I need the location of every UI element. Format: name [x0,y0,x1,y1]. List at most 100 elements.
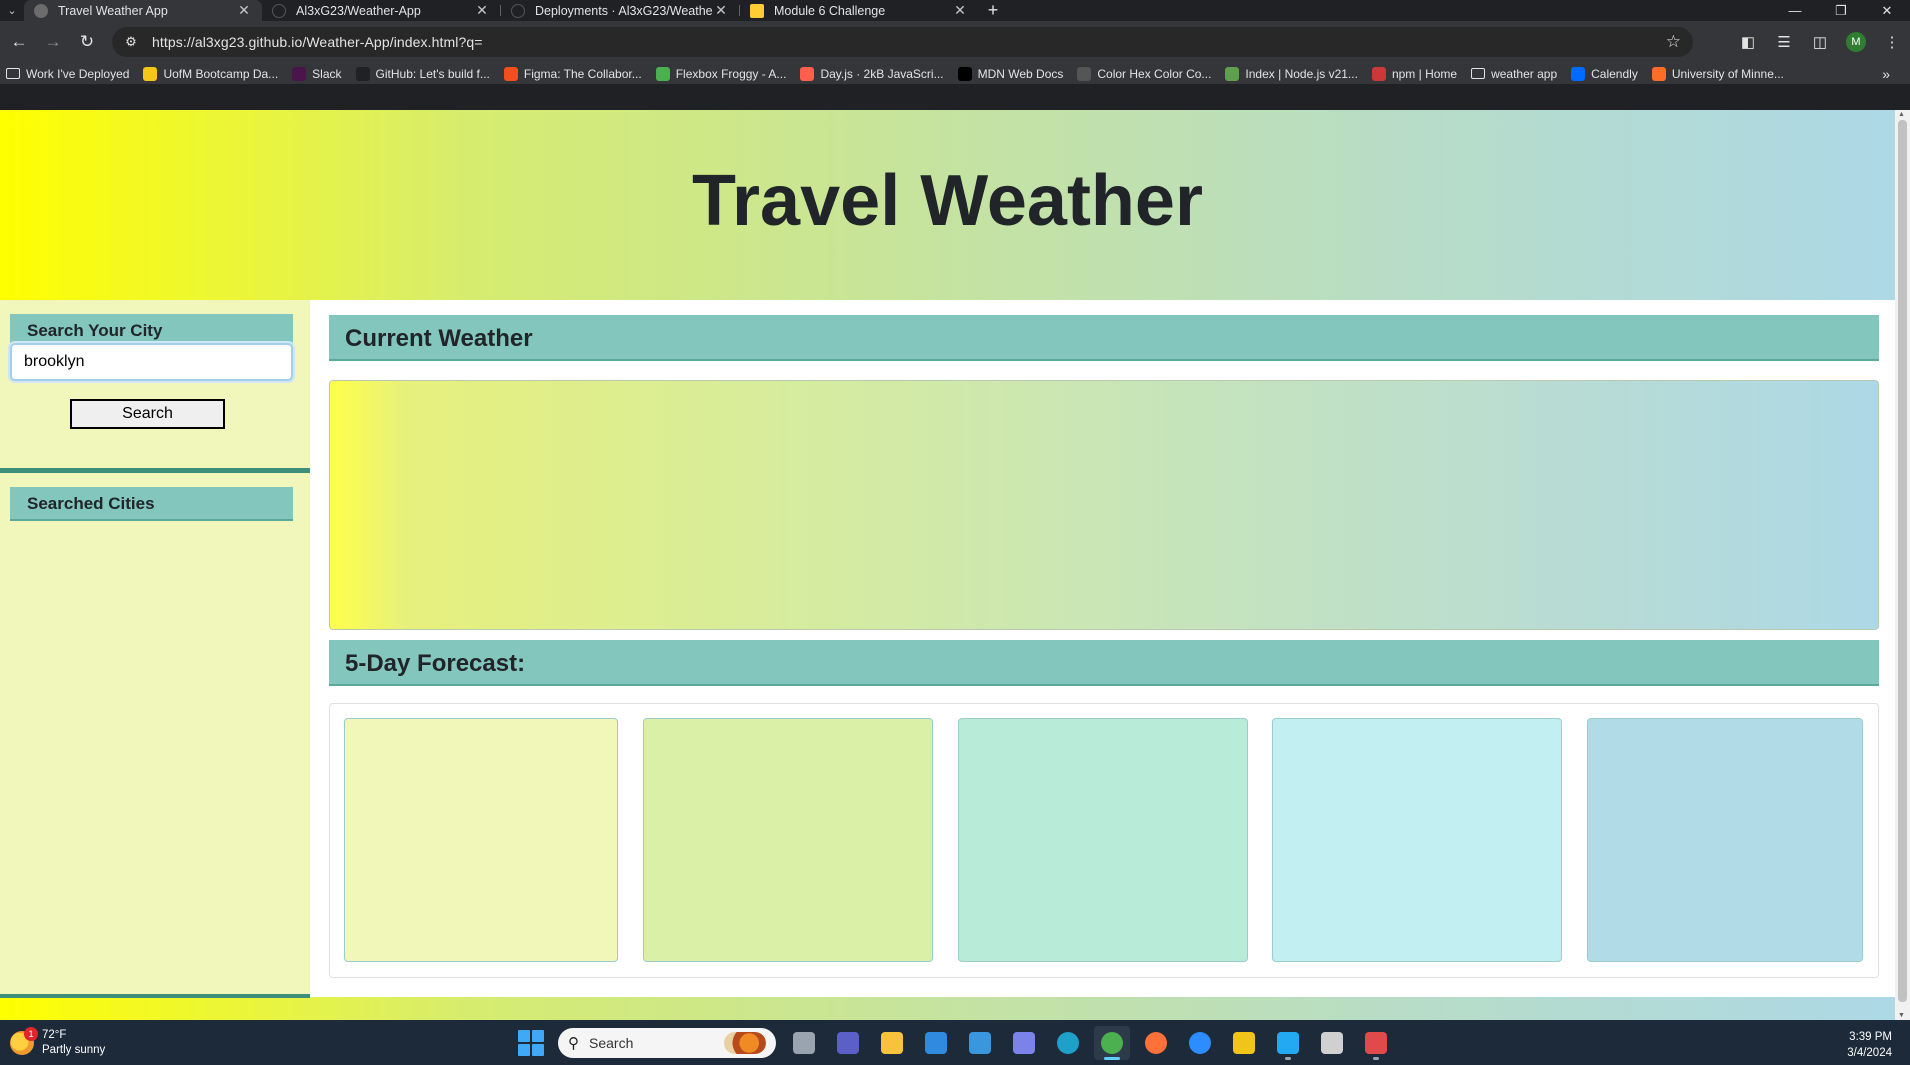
site-info-icon[interactable]: ⚙ [116,34,146,50]
windows-start-icon[interactable] [518,1030,544,1056]
github-icon [272,3,286,18]
more-bookmarks-icon[interactable]: » [1882,66,1890,82]
tab-search-icon[interactable]: ⌄ [0,0,24,21]
system-clock[interactable]: 3:39 PM 3/4/2024 [1847,1029,1892,1061]
browser-tab[interactable]: Travel Weather App ✕ [24,0,262,21]
restore-icon[interactable]: ❐ [1818,0,1864,21]
bookmark-label: Day.js · 2kB JavaScri... [820,66,944,81]
url-text[interactable]: https://al3xg23.github.io/Weather-App/in… [152,34,483,50]
taskbar-app[interactable] [874,1026,910,1060]
taskbar-app[interactable] [1270,1026,1306,1060]
taskbar-center: ⚲ Search [518,1026,1402,1060]
tab-title: Al3xG23/Weather-App [296,3,421,18]
bookmark-label: University of Minne... [1671,66,1784,81]
store-icon [925,1032,947,1054]
sidebar-divider [0,468,310,473]
terminal-icon [1321,1032,1343,1054]
browser-tab[interactable]: Deployments · Al3xG23/Weathe ✕ [501,0,739,21]
scroll-up-icon[interactable]: ▲ [1898,111,1905,118]
bookmark-label: Calendly [1591,66,1638,81]
taskbar-search-label: Search [589,1035,634,1051]
bookmark-label: Figma: The Collabor... [523,66,642,81]
taskbar-app[interactable] [830,1026,866,1060]
bookmark-item[interactable]: UofM Bootcamp Da... [143,66,279,81]
close-tab-icon[interactable]: ✕ [952,2,968,19]
city-search-input[interactable] [10,343,293,381]
folder-icon [1471,68,1486,79]
new-tab-button[interactable]: + [978,0,1008,21]
search-button[interactable]: Search [70,399,225,429]
forward-icon[interactable]: → [38,27,68,57]
browser-tab[interactable]: Al3xG23/Weather-App ✕ [262,0,500,21]
slack-icon [292,66,307,81]
kebab-menu-icon[interactable]: ⋮ [1874,33,1910,51]
running-indicator [1373,1057,1379,1060]
forecast-card [958,718,1248,962]
bookmark-item[interactable]: University of Minne... [1651,66,1784,81]
search-highlight-icon [724,1032,766,1054]
search-icon: ⚲ [568,1035,579,1052]
browser-toolbar: ← → ↻ ⚙ https://al3xg23.github.io/Weathe… [0,21,1910,84]
taskbar-search[interactable]: ⚲ Search [558,1028,776,1058]
bookmark-item[interactable]: GitHub: Let's build f... [355,66,490,81]
weather-temp: 72°F [42,1029,67,1041]
taskbar-app[interactable] [1182,1026,1218,1060]
page-scrollbar[interactable]: ▲ ▼ [1895,110,1910,1020]
forecast-card [344,718,618,962]
close-window-icon[interactable]: ✕ [1864,0,1910,21]
forecast-card [1587,718,1863,962]
scroll-down-icon[interactable]: ▼ [1898,1012,1905,1019]
bookmark-label: Slack [312,66,342,81]
bookmarks-bar: Work I've Deployed UofM Bootcamp Da... Sla… [0,63,1910,84]
weather-desc: Partly sunny [42,1044,106,1056]
media-controls-icon[interactable]: ☰ [1766,33,1802,51]
browser-tab[interactable]: Module 6 Challenge ✕ [740,0,978,21]
taskbar-app[interactable] [1358,1026,1394,1060]
bookmark-item[interactable]: MDN Web Docs [957,66,1063,81]
taskbar-app[interactable] [1138,1026,1174,1060]
taskbar-app[interactable] [1006,1026,1042,1060]
running-indicator [1104,1057,1120,1060]
taskbar-app[interactable] [786,1026,822,1060]
forecast-container [329,703,1879,978]
mdn-icon [957,66,972,81]
taskbar-app[interactable] [1094,1026,1130,1060]
forecast-card [643,718,933,962]
bookmark-item[interactable]: Figma: The Collabor... [503,66,642,81]
scroll-thumb[interactable] [1898,120,1907,1002]
extensions-icon[interactable]: ◧ [1730,33,1766,51]
taskbar-app[interactable] [962,1026,998,1060]
weather-widget[interactable]: 1 72°F Partly sunny [10,1027,106,1058]
minimize-icon[interactable]: — [1772,0,1818,21]
bookmark-item[interactable]: Work I've Deployed [6,67,129,81]
bookmark-item[interactable]: Slack [292,66,342,81]
git-icon [1233,1032,1255,1054]
tab-title: Module 6 Challenge [774,3,886,18]
file-explorer-icon [881,1032,903,1054]
bookmark-item[interactable]: npm | Home [1371,66,1457,81]
umn-icon [143,66,158,81]
bookmark-label: UofM Bootcamp Da... [163,66,279,81]
bookmark-item[interactable]: Day.js · 2kB JavaScri... [800,66,944,81]
bookmark-item[interactable]: Color Hex Color Co... [1077,66,1211,81]
bookmark-item[interactable]: Flexbox Froggy - A... [655,66,786,81]
toolbar-actions: ◧ ☰ ◫ M ⋮ [1730,27,1910,57]
close-tab-icon[interactable]: ✕ [474,2,490,19]
side-panel-icon[interactable]: ◫ [1802,33,1838,51]
profile-avatar[interactable]: M [1846,32,1866,52]
taskbar-app[interactable] [1050,1026,1086,1060]
bookmark-item[interactable]: Index | Node.js v21... [1225,66,1358,81]
address-bar[interactable]: ⚙ https://al3xg23.github.io/Weather-App/… [112,27,1693,57]
back-icon[interactable]: ← [4,27,34,57]
close-tab-icon[interactable]: ✕ [236,2,252,19]
bookmark-item[interactable]: weather app [1471,67,1557,81]
tab-strip: ⌄ Travel Weather App ✕ Al3xG23/Weather-A… [0,0,1910,21]
bookmark-star-icon[interactable]: ☆ [1666,32,1681,52]
taskbar-app[interactable] [1314,1026,1350,1060]
reload-icon[interactable]: ↻ [72,27,102,57]
taskbar-app[interactable] [918,1026,954,1060]
taskbar-app[interactable] [1226,1026,1262,1060]
close-tab-icon[interactable]: ✕ [713,2,729,19]
running-indicator [1285,1057,1291,1060]
bookmark-item[interactable]: Calendly [1571,66,1638,81]
